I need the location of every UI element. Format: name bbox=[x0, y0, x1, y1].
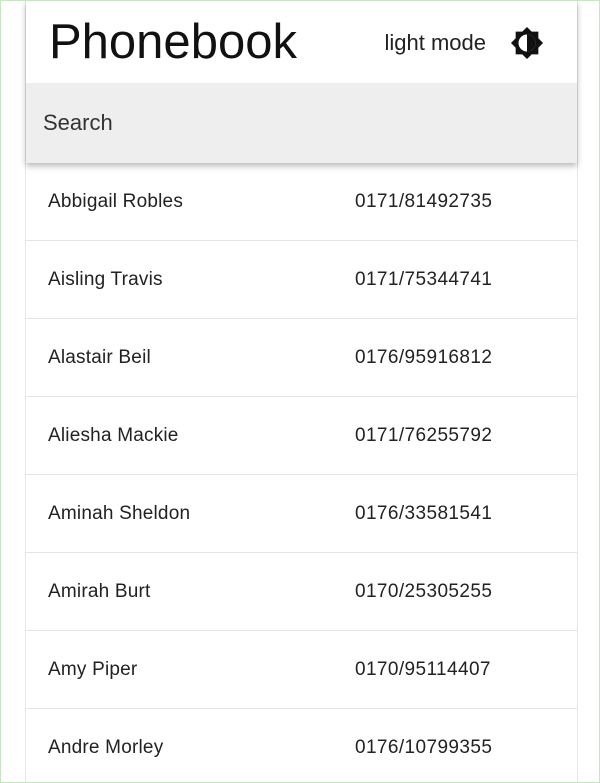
header: Phonebook light mode bbox=[26, 1, 577, 163]
contact-name: Aminah Sheldon bbox=[48, 503, 191, 524]
contact-phone: 0171/76255792 bbox=[355, 425, 493, 446]
theme-toggle-label: light mode bbox=[384, 30, 486, 55]
page-title: Phonebook bbox=[49, 15, 297, 69]
contact-name: Amirah Burt bbox=[48, 581, 151, 602]
contact-name: Abbigail Robles bbox=[48, 191, 184, 212]
contact-phone: 0176/10799355 bbox=[355, 737, 493, 758]
contact-list: Abbigail Robles 0171/81492735 Aisling Tr… bbox=[26, 163, 577, 782]
contact-phone: 0171/81492735 bbox=[355, 191, 493, 212]
contact-row[interactable]: Abbigail Robles 0171/81492735 bbox=[26, 163, 577, 241]
contact-phone: 0176/33581541 bbox=[355, 503, 493, 524]
contact-row[interactable]: Andre Morley 0176/10799355 bbox=[26, 709, 577, 782]
search-input[interactable] bbox=[26, 83, 577, 163]
contact-row[interactable]: Aisling Travis 0171/75344741 bbox=[26, 241, 577, 319]
app-frame: Phonebook light mode Abbigail Robles 017… bbox=[0, 0, 600, 783]
contact-row[interactable]: Alastair Beil 0176/95916812 bbox=[26, 319, 577, 397]
theme-toggle[interactable]: light mode bbox=[384, 23, 544, 63]
contact-phone: 0171/75344741 bbox=[355, 269, 493, 290]
contact-name: Aisling Travis bbox=[48, 269, 163, 290]
contact-phone: 0176/95916812 bbox=[355, 347, 493, 368]
contact-name: Andre Morley bbox=[48, 737, 164, 758]
contact-row[interactable]: Aminah Sheldon 0176/33581541 bbox=[26, 475, 577, 553]
contact-phone: 0170/25305255 bbox=[355, 581, 493, 602]
phonebook-card: Phonebook light mode Abbigail Robles 017… bbox=[25, 1, 578, 782]
contact-name: Amy Piper bbox=[48, 659, 138, 680]
contact-row[interactable]: Aliesha Mackie 0171/76255792 bbox=[26, 397, 577, 475]
contact-row[interactable]: Amirah Burt 0170/25305255 bbox=[26, 553, 577, 631]
contact-name: Aliesha Mackie bbox=[48, 425, 179, 446]
brightness-icon[interactable] bbox=[510, 26, 544, 60]
contact-row[interactable]: Amy Piper 0170/95114407 bbox=[26, 631, 577, 709]
contact-name: Alastair Beil bbox=[48, 347, 151, 368]
contact-phone: 0170/95114407 bbox=[355, 659, 491, 680]
